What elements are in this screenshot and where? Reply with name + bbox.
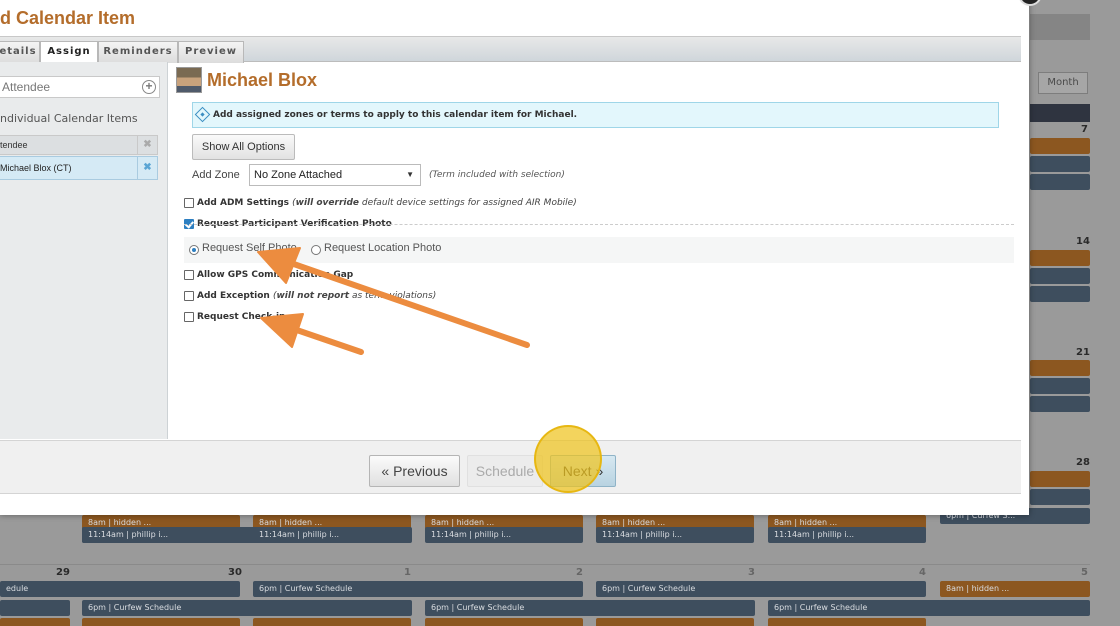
attendee-list-header: tendee ✖ [0, 135, 158, 155]
calendar-event[interactable]: 11:14am | phillip i... [253, 527, 411, 543]
info-icon [194, 106, 211, 123]
calendar-event[interactable] [1030, 360, 1090, 376]
remove-icon[interactable]: ✖ [137, 136, 157, 154]
calendar-event[interactable]: 11:14am | phillip i... [425, 527, 583, 543]
add-zone-label: Add Zone [192, 169, 240, 181]
day-number: 28 [1076, 457, 1090, 468]
calendar-event[interactable]: 6pm | Curfew Schedule [253, 581, 583, 597]
day-number: 4 [919, 567, 926, 578]
calendar-event[interactable]: 6pm | Curfew Schedule [596, 581, 926, 597]
tab-preview[interactable]: Preview [178, 41, 244, 63]
option-note: default device settings for assigned AIR… [359, 198, 577, 208]
option-label: Request Check-in [197, 312, 286, 322]
divider [184, 224, 1014, 225]
calendar-event[interactable]: 8am | hidden ... [940, 581, 1090, 597]
zone-select[interactable]: No Zone Attached ▼ [249, 164, 421, 186]
option-note-emphasis: will override [295, 198, 360, 208]
photo-type-options: Request Self Photo Request Location Phot… [184, 237, 1014, 263]
attendee-panel: Attendee + ndividual Calendar Items tend… [0, 62, 168, 439]
next-button[interactable]: Next » [550, 455, 616, 487]
calendar-event[interactable] [1030, 174, 1090, 190]
calendar-event[interactable] [253, 618, 411, 626]
option-label: Allow GPS Communication Gap [197, 270, 354, 280]
calendar-event[interactable] [1030, 489, 1090, 505]
calendar-event[interactable] [596, 618, 754, 626]
day-number: 1 [404, 567, 411, 578]
day-number: 30 [228, 567, 242, 578]
checkbox[interactable] [184, 291, 194, 301]
remove-icon[interactable]: ✖ [137, 157, 157, 179]
show-all-options-button[interactable]: Show All Options [192, 134, 295, 160]
tab-assign[interactable]: Assign [40, 41, 98, 64]
radio-label: Request Self Photo [202, 242, 297, 254]
calendar-header-strip [1030, 104, 1090, 122]
person-name: Michael Blox [207, 70, 318, 90]
calendar-event[interactable] [1030, 156, 1090, 172]
calendar-toolbar [1030, 14, 1090, 40]
day-number: 14 [1076, 236, 1090, 247]
tab-reminders[interactable]: Reminders [98, 41, 178, 63]
option-note-emphasis: will not report [276, 291, 350, 301]
calendar-event[interactable] [1030, 396, 1090, 412]
radio-label: Request Location Photo [324, 242, 442, 254]
info-text: Add assigned zones or terms to apply to … [213, 110, 578, 120]
attendee-name: Michael Blox (CT) [0, 163, 72, 173]
calendar-event[interactable] [0, 618, 70, 626]
day-number: 29 [56, 567, 70, 578]
calendar-event[interactable] [768, 618, 926, 626]
individual-items-label: ndividual Calendar Items [0, 112, 138, 125]
day-number: 7 [1081, 124, 1088, 135]
day-number: 21 [1076, 347, 1090, 358]
list-header-label: tendee [0, 140, 28, 150]
calendar-event[interactable] [0, 600, 70, 616]
day-number: 3 [748, 567, 755, 578]
checkbox[interactable] [184, 198, 194, 208]
calendar-event[interactable] [1030, 268, 1090, 284]
dialog-footer: « Previous Schedule Next » [0, 440, 1021, 494]
calendar-event[interactable] [1030, 471, 1090, 487]
month-view-button[interactable]: Month [1038, 72, 1088, 94]
checkbox[interactable] [184, 270, 194, 280]
calendar-event[interactable]: 6pm | Curfew Schedule [425, 600, 755, 616]
calendar-item-dialog: d Calendar Item etails Assign Reminders … [0, 0, 1042, 515]
previous-button[interactable]: « Previous [369, 455, 460, 487]
calendar-event[interactable]: 6pm | Curfew Schedule [82, 600, 412, 616]
calendar-event[interactable]: edule [0, 581, 240, 597]
option-label: Add Exception [197, 291, 270, 301]
grid-line [0, 564, 1090, 565]
calendar-event[interactable] [425, 618, 583, 626]
schedule-button[interactable]: Schedule [467, 455, 543, 487]
caret-down-icon: ▼ [406, 170, 414, 179]
day-number: 2 [576, 567, 583, 578]
add-attendee-icon[interactable]: + [142, 80, 156, 94]
calendar-event[interactable]: 6pm | Curfew Schedule [768, 600, 1090, 616]
attendee-placeholder: Attendee [2, 80, 51, 94]
calendar-event[interactable] [1030, 378, 1090, 394]
attendee-input[interactable]: Attendee + [0, 76, 160, 98]
info-message: Add assigned zones or terms to apply to … [192, 102, 999, 128]
calendar-event[interactable]: 11:14am | phillip i... [82, 527, 240, 543]
radio-location-photo[interactable] [311, 245, 321, 255]
tab-details[interactable]: etails [0, 41, 40, 63]
zone-note: (Term included with selection) [429, 170, 565, 180]
zone-select-value: No Zone Attached [254, 169, 343, 181]
day-number: 5 [1081, 567, 1088, 578]
calendar-event[interactable]: 11:14am | phillip i... [596, 527, 754, 543]
calendar-event[interactable] [1030, 138, 1090, 154]
calendar-event[interactable] [1030, 286, 1090, 302]
option-label: Add ADM Settings [197, 198, 289, 208]
tab-bar: etails Assign Reminders Preview [0, 36, 1021, 64]
option-note: as term violations) [349, 291, 437, 301]
dialog-title: d Calendar Item [0, 8, 136, 28]
calendar-event[interactable] [1030, 250, 1090, 266]
checkbox[interactable] [184, 312, 194, 322]
radio-self-photo[interactable] [189, 245, 199, 255]
list-item[interactable]: Michael Blox (CT) ✖ [0, 156, 158, 180]
calendar-event[interactable]: 11:14am | phillip i... [768, 527, 926, 543]
avatar [176, 67, 202, 93]
calendar-event[interactable] [82, 618, 240, 626]
